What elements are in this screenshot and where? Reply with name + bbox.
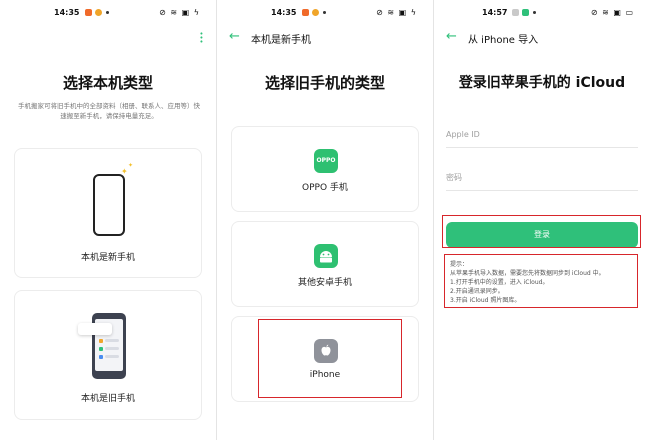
sparkle-icon: ✦ (121, 167, 128, 176)
status-bar: 14:35 ⊘ ≋ ▣ ϟ (217, 8, 433, 22)
screenshot-collage: 14:35 ⊘ ≋ ▣ ϟ • • • 选择本机类型 手机搬家可将旧手机中的全部资料… (0, 0, 650, 440)
more-options-icon[interactable]: • • • (199, 31, 204, 46)
nav-title: 从 iPhone 导入 (468, 35, 539, 46)
sparkle-icon: ✦ (128, 162, 134, 169)
nav-bar: ← 从 iPhone 导入 (434, 30, 650, 48)
select-device-type-screen: 14:35 ⊘ ≋ ▣ ϟ • • • 选择本机类型 手机搬家可将旧手机中的全部资料… (0, 0, 216, 440)
highlight-box (442, 215, 641, 248)
status-icons: ⊘ ≋ ▣ ϟ (159, 8, 200, 17)
nav-bar: ← 本机是新手机 (217, 30, 433, 48)
oppo-phone-card[interactable]: OPPO OPPO 手机 (231, 126, 419, 212)
notification-icon (95, 9, 102, 16)
nav-title: 本机是新手机 (251, 35, 311, 46)
notification-dot-icon (106, 11, 109, 14)
highlight-box (444, 254, 638, 308)
notification-dot-icon (323, 11, 326, 14)
back-arrow-icon[interactable]: ← (229, 30, 240, 44)
card-label: 其他安卓手机 (297, 278, 352, 288)
status-bar: 14:35 ⊘ ≋ ▣ ϟ (0, 8, 216, 22)
old-phone-card[interactable]: 本机是旧手机 (14, 290, 202, 420)
card-label: 本机是新手机 (80, 253, 135, 263)
new-phone-illustration (93, 174, 125, 236)
status-bar: 14:57 ⊘ ≋ ▣ ▭ (434, 8, 650, 22)
icloud-login-screen: 14:57 ⊘ ≋ ▣ ▭ ← 从 iPhone 导入 登录旧苹果手机的 iCl… (434, 0, 650, 440)
notification-dot-icon (533, 11, 536, 14)
new-phone-card[interactable]: ✦ ✦ 本机是新手机 (14, 148, 202, 278)
android-phone-card[interactable]: 其他安卓手机 (231, 221, 419, 307)
old-phone-illustration (78, 313, 126, 379)
status-time: 14:35 (54, 8, 80, 17)
oppo-logo-icon: OPPO (314, 149, 338, 173)
page-description: 手机搬家可将旧手机中的全部资料（相册、联系人、应用等）快速搬至新手机，请保持电量… (18, 102, 200, 120)
page-title: 选择本机类型 (62, 74, 153, 92)
notification-icon (522, 9, 529, 16)
highlight-box (258, 319, 402, 398)
card-label: 本机是旧手机 (80, 394, 135, 404)
notification-icon (512, 9, 519, 16)
notification-icon (85, 9, 92, 16)
status-icons: ⊘ ≋ ▣ ▭ (590, 8, 634, 17)
password-input[interactable]: 密码 (446, 171, 638, 191)
page-title: 选择旧手机的类型 (264, 74, 385, 92)
status-time: 14:57 (482, 8, 508, 17)
card-label: OPPO 手机 (302, 183, 348, 193)
notification-icon (302, 9, 309, 16)
select-old-phone-type-screen: 14:35 ⊘ ≋ ▣ ϟ ← 本机是新手机 选择旧手机的类型 OPPO OPP… (217, 0, 433, 440)
apple-id-input[interactable]: Apple ID (446, 128, 638, 148)
android-icon (314, 244, 338, 268)
page-title: 登录旧苹果手机的 iCloud (458, 75, 626, 91)
status-icons: ⊘ ≋ ▣ ϟ (376, 8, 417, 17)
back-arrow-icon[interactable]: ← (446, 30, 457, 44)
status-time: 14:35 (271, 8, 297, 17)
notification-icon (312, 9, 319, 16)
